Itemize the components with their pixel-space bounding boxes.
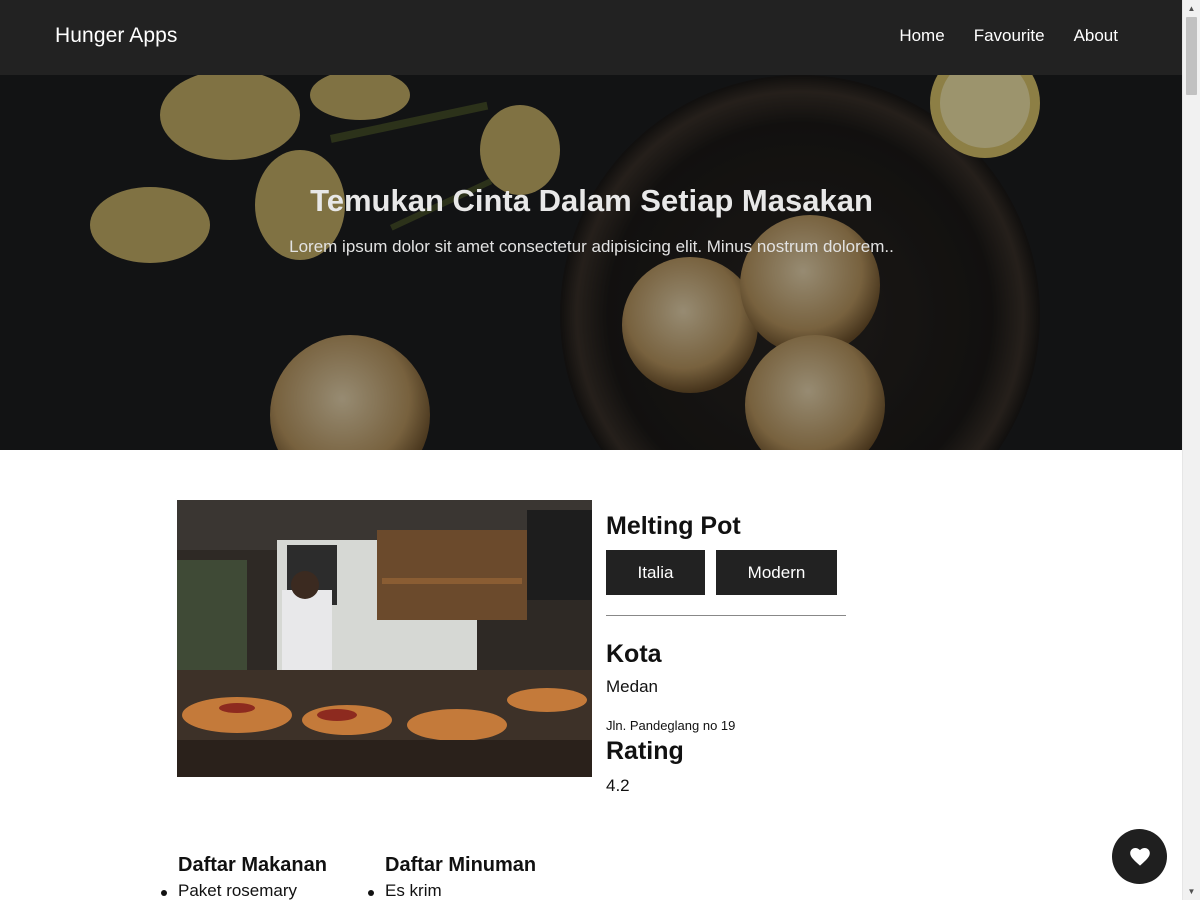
- heart-icon: [1129, 847, 1150, 866]
- drink-list: Es krim: [367, 881, 536, 901]
- favourite-button[interactable]: [1112, 829, 1167, 884]
- drink-list-item: Es krim: [367, 881, 536, 901]
- rating-heading: Rating: [606, 737, 684, 765]
- scroll-thumb[interactable]: [1186, 17, 1197, 95]
- food-list-item: Paket rosemary: [161, 881, 327, 901]
- app-brand[interactable]: Hunger Apps: [55, 24, 178, 48]
- hero-title: Temukan Cinta Dalam Setiap Masakan: [310, 183, 873, 218]
- main-nav: Home Favourite About: [899, 26, 1118, 46]
- hero-subtitle: Lorem ipsum dolor sit amet consectetur a…: [289, 237, 894, 256]
- scroll-up-arrow-icon[interactable]: ▲: [1183, 0, 1200, 17]
- restaurant-name: Melting Pot: [606, 512, 741, 540]
- drink-menu-title: Daftar Minuman: [385, 854, 537, 876]
- city-value: Medan: [606, 677, 658, 696]
- restaurant-photo: [177, 500, 592, 777]
- nav-home-link[interactable]: Home: [899, 26, 944, 46]
- address-value: Jln. Pandeglang no 19: [606, 718, 736, 733]
- nav-favourite-link[interactable]: Favourite: [974, 26, 1045, 46]
- scroll-down-arrow-icon[interactable]: ▼: [1183, 883, 1200, 900]
- rating-value: 4.2: [606, 776, 630, 795]
- category-tag-modern[interactable]: Modern: [716, 550, 837, 595]
- restaurant-info: Melting Pot Italia Modern Kota Medan Jln…: [606, 512, 846, 796]
- hero-overlay: [0, 75, 1183, 450]
- nav-about-link[interactable]: About: [1074, 26, 1118, 46]
- divider: [606, 615, 846, 616]
- top-navigation-bar: Hunger Apps Home Favourite About: [0, 0, 1183, 75]
- city-heading: Kota: [606, 640, 662, 668]
- food-menu-title: Daftar Makanan: [178, 854, 327, 876]
- drink-menu: Daftar Minuman Es krim: [367, 854, 537, 901]
- food-list: Paket rosemary: [161, 881, 327, 901]
- hero-banner: Temukan Cinta Dalam Setiap Masakan Lorem…: [0, 75, 1183, 450]
- category-tags: Italia Modern: [606, 550, 846, 595]
- vertical-scrollbar[interactable]: ▲ ▼: [1182, 0, 1200, 900]
- category-tag-italia[interactable]: Italia: [606, 550, 705, 595]
- food-menu: Daftar Makanan Paket rosemary: [161, 854, 327, 901]
